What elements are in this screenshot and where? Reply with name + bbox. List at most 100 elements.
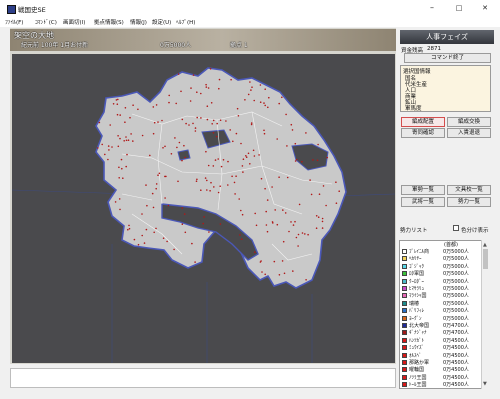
faction-color-swatch (402, 382, 407, 388)
faction-name: ﾛﾀ軍国 (409, 271, 425, 278)
faction-name: 瑞椿 (409, 300, 420, 307)
app-icon (7, 5, 16, 14)
faction-color-swatch (402, 293, 407, 299)
selected-country-info: 選択国情報 国名 代米生産 人口 商業 鉱山 軍馬度 (400, 65, 491, 112)
faction-name: ﾏﾗｲｼｬ国 (409, 293, 427, 300)
faction-population: 0万5000人 (443, 256, 469, 263)
window-title: 戦国史SE (18, 6, 46, 14)
world-map[interactable] (12, 54, 395, 363)
faction-color-swatch (402, 286, 407, 291)
menu-base-info[interactable]: 拠点情報(S) (94, 18, 124, 26)
faction-population: 0万5000人 (443, 315, 469, 322)
faction-name: ｺﾞｼﾞｬｸ (409, 263, 425, 270)
faction-name: ﾌﾞﾚｲﾆﾙ商 (409, 249, 430, 255)
faction-name: 那路か軍 (409, 360, 430, 366)
faction-color-swatch (402, 345, 407, 351)
faction-color-swatch (402, 374, 407, 380)
faction-color-swatch (402, 367, 407, 373)
faction-population: 0万5000人 (443, 278, 469, 285)
faction-name: 曜輪国 (409, 367, 425, 374)
color-coding-label: 色分け表示 (461, 228, 489, 234)
exchange-button[interactable]: 編成交換 (447, 117, 491, 127)
faction-color-swatch (402, 315, 407, 321)
faction-name: 北大帝国 (409, 323, 430, 329)
officer-list-button[interactable]: 武将一覧 (401, 197, 445, 207)
faction-list-scrollbar[interactable]: ▲ ▼ (481, 240, 490, 389)
faction-population: 0万5000人 (443, 249, 469, 255)
faction-name: ｷﾞﾅｼﾞｬﾅ (409, 330, 427, 337)
scroll-up-icon[interactable]: ▲ (483, 242, 487, 248)
faction-color-swatch (402, 256, 407, 262)
menu-bar: ﾌｧｲﾙ(F) ｺﾏﾝﾄﾞ(C) 画面切(I) 拠点情報(S) 情報(J) 設定… (0, 16, 500, 27)
army-list-button[interactable]: 軍勢一覧 (401, 185, 445, 195)
funds-value: 2871 (427, 46, 441, 52)
civil-list-button[interactable]: 文具校一覧 (447, 185, 491, 195)
faction-name: ﾍｶﾘﾔｰ (409, 256, 422, 263)
menu-screen[interactable]: 画面切(I) (63, 18, 85, 26)
faction-name: ﾖｰｸﾞﾝ (409, 315, 422, 322)
maximize-button[interactable]: □ (450, 2, 468, 14)
faction-name: ﾋﾏｻﾗﾘｭ (409, 286, 425, 292)
color-coding-checkbox[interactable] (453, 225, 459, 231)
menu-file[interactable]: ﾌｧｲﾙ(F) (5, 18, 23, 26)
faction-color-swatch (402, 323, 407, 328)
faction-population: 0万4500人 (443, 360, 469, 366)
faction-population: 0万5000人 (443, 300, 469, 307)
faction-name: ﾐｭｳｲｽﾞ (409, 345, 425, 352)
faction-population: 0万4500人 (443, 374, 469, 381)
faction-name: ｸｰﾛﾀﾞｰ (409, 278, 425, 285)
faction-color-swatch (402, 330, 407, 336)
close-button[interactable]: ✕ (476, 2, 494, 14)
faction-population: 0万4500人 (443, 382, 469, 389)
faction-color-swatch (402, 271, 407, 277)
faction-population: 0万5000人 (443, 263, 469, 270)
bases-label: 拠点 1 (230, 42, 248, 49)
date-label: 紀元前 100年 1月お付新 (21, 42, 89, 49)
menu-command[interactable]: ｺﾏﾝﾄﾞ(C) (35, 18, 57, 26)
title-bar: 戦国史SE – □ ✕ (0, 0, 500, 17)
info-line: 軍馬度 (405, 106, 422, 112)
menu-help[interactable]: ﾍﾙﾌﾟ(H) (176, 18, 195, 26)
scroll-thumb[interactable] (483, 249, 488, 269)
faction-color-swatch (402, 308, 407, 314)
faction-population: 0万4500人 (443, 352, 469, 359)
menu-settings[interactable]: 設定(U) (152, 18, 171, 26)
hiring-button[interactable]: 編成配置 (401, 117, 445, 127)
status-bar (10, 368, 396, 388)
faction-row[interactable]: ﾄｰﾙ王国 0万4500人 (401, 381, 487, 389)
faction-population: 0万4500人 (443, 337, 469, 344)
recruit-button[interactable]: 寄同確認 (401, 128, 445, 138)
minimize-button[interactable]: – (423, 2, 441, 14)
faction-list-title: 勢力リスト (400, 228, 428, 234)
faction-name: ﾉﾂﾗ王国 (409, 374, 427, 381)
faction-population: 0万4700人 (443, 323, 469, 329)
faction-color-swatch (402, 337, 407, 343)
faction-name: ﾊﾞﾘﾌｨﾚ (409, 308, 425, 315)
faction-name: ﾊﾝﾂｶﾞﾄ (409, 337, 425, 344)
population-label: 0万5000人 (160, 42, 192, 49)
faction-population: 0万5000人 (443, 308, 469, 315)
faction-population: 0万5000人 (443, 293, 469, 300)
list-header-capital: (首都) (444, 242, 458, 248)
power-list-button[interactable]: 勢力一覧 (447, 197, 491, 207)
faction-population: 0万5000人 (443, 271, 469, 278)
faction-color-swatch (402, 300, 407, 306)
faction-color-swatch (402, 249, 407, 254)
faction-population: 0万4500人 (443, 367, 469, 374)
faction-list[interactable]: (首都) ﾌﾞﾚｲﾆﾙ商 0万5000人 ﾍｶﾘﾔｰ 0万5000人 ｺﾞｼﾞｬｸ 0万5… (399, 240, 489, 389)
faction-color-swatch (402, 352, 407, 358)
faction-color-swatch (402, 278, 407, 284)
map-header: 架空の大地 紀元前 100年 1月お付新 0万5000人 拠点 1 (10, 29, 396, 51)
menu-info[interactable]: 情報(J) (130, 18, 147, 26)
faction-population: 0万4700人 (443, 330, 469, 337)
enter-button[interactable]: 入貴退退 (447, 128, 491, 138)
phase-title: 人事フェイズ (400, 30, 494, 44)
faction-color-swatch (402, 263, 407, 269)
scroll-down-icon[interactable]: ▼ (483, 381, 487, 387)
faction-population: 0万5000人 (443, 286, 469, 292)
lake-small (177, 149, 191, 161)
faction-population: 0万4500人 (443, 345, 469, 352)
faction-name: ﾄｰﾙ王国 (409, 382, 427, 389)
end-command-button[interactable]: コマンド終了 (404, 53, 491, 63)
faction-color-swatch (402, 360, 407, 365)
